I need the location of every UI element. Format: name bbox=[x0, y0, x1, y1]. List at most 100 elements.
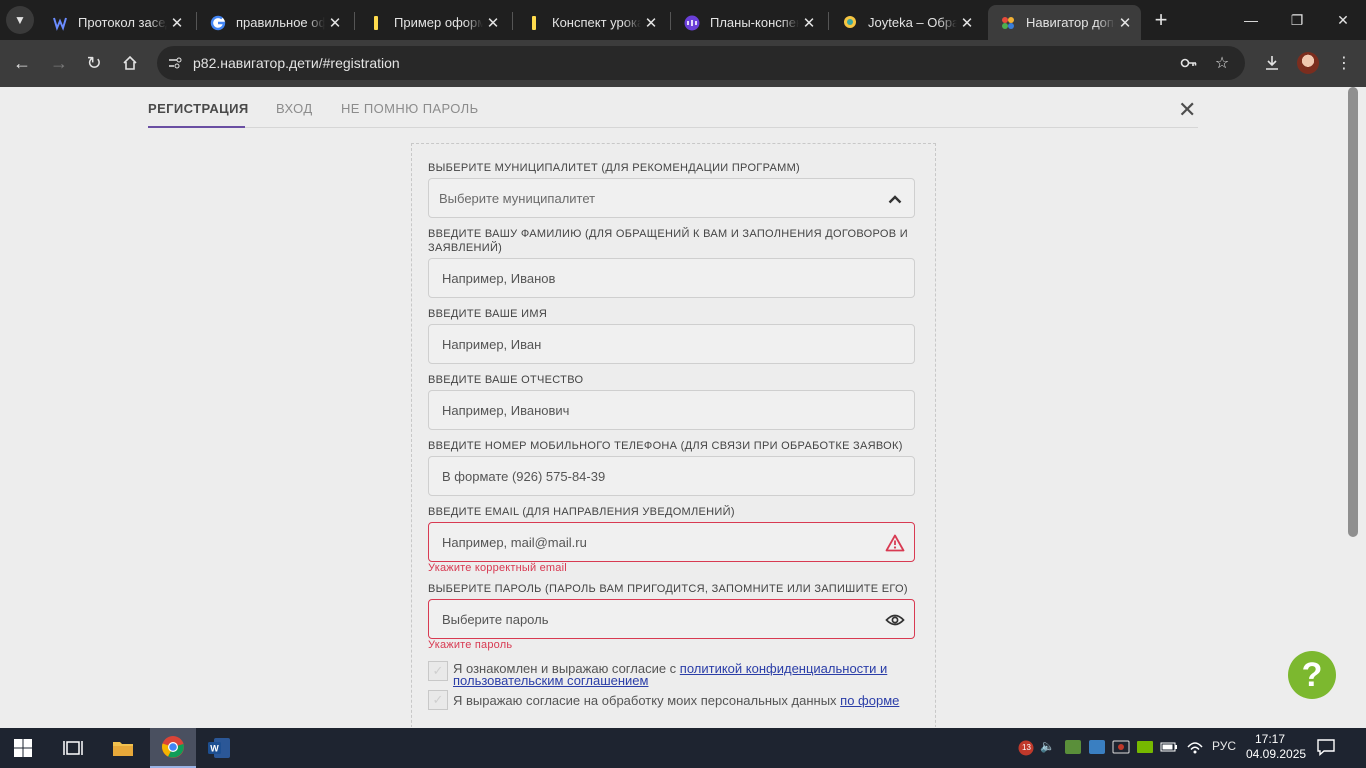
reload-icon[interactable]: ↻ bbox=[80, 49, 108, 77]
chevron-up-icon[interactable] bbox=[884, 188, 906, 210]
bookmark-star-icon[interactable]: ☆ bbox=[1212, 53, 1232, 73]
nvidia-icon[interactable] bbox=[1136, 739, 1154, 758]
surname-label: Введите вашу фамилию (для обращений к ва… bbox=[428, 228, 908, 254]
tab-registration[interactable]: Регистрация bbox=[148, 101, 249, 116]
consent-privacy-text: Я ознакомлен и выражаю согласие с полити… bbox=[453, 662, 923, 687]
chrome-taskbar-icon[interactable] bbox=[150, 728, 196, 768]
language-indicator[interactable]: РУС bbox=[1212, 739, 1236, 753]
tab-separator bbox=[828, 12, 829, 30]
restore-icon[interactable]: ❐ bbox=[1274, 0, 1320, 40]
browser-menu-icon[interactable]: ⋮ bbox=[1332, 51, 1356, 75]
name-input[interactable]: Например, Иван bbox=[428, 324, 915, 364]
profile-avatar[interactable] bbox=[1297, 52, 1319, 74]
consent-personal-data-label: Я выражаю согласие на обработку моих пер… bbox=[453, 693, 841, 708]
consent-privacy: ✓ Я ознакомлен и выражаю согласие с поли… bbox=[428, 661, 918, 687]
help-button[interactable]: ? bbox=[1288, 651, 1336, 699]
svg-text:W: W bbox=[210, 744, 219, 754]
browser-tab-active[interactable]: Навигатор допо ✕ bbox=[988, 5, 1141, 40]
patronymic-placeholder: Например, Иванович bbox=[442, 403, 570, 418]
tray-media-icon[interactable] bbox=[1112, 739, 1130, 758]
address-bar[interactable]: р82.навигатор.дети/#registration ☆ bbox=[157, 46, 1245, 80]
municipality-label: Выберите муниципалитет (для рекомендации… bbox=[428, 162, 800, 174]
window-close-icon[interactable]: ✕ bbox=[1320, 0, 1366, 40]
consent-personal-data-checkbox[interactable]: ✓ bbox=[428, 690, 448, 710]
back-icon[interactable]: ← bbox=[8, 49, 36, 77]
uchi-icon bbox=[684, 15, 700, 31]
clock-date: 04.09.2025 bbox=[1246, 747, 1307, 761]
tray-app-icon[interactable] bbox=[1064, 739, 1082, 758]
minimize-icon[interactable]: — bbox=[1228, 0, 1274, 40]
email-label: Введите email (для направления уведомлен… bbox=[428, 506, 735, 518]
patronymic-input[interactable]: Например, Иванович bbox=[428, 390, 915, 430]
tab-search-button[interactable]: ▼ bbox=[6, 6, 34, 34]
warning-icon bbox=[884, 532, 906, 554]
tab-separator bbox=[512, 12, 513, 30]
windows-start-icon[interactable] bbox=[0, 728, 46, 768]
browser-tab[interactable]: правильное оф ✕ bbox=[198, 5, 351, 40]
url-text: р82.навигатор.дети/#registration bbox=[193, 55, 400, 71]
tab-close-icon[interactable]: ✕ bbox=[1115, 13, 1135, 33]
yandex-icon bbox=[526, 15, 542, 31]
taskbar: W 13 🔈 РУС 17:17 04.09.2025 bbox=[0, 728, 1366, 768]
battery-icon[interactable] bbox=[1160, 739, 1178, 758]
consent-personal-data: ✓ Я выражаю согласие на обработку моих п… bbox=[428, 690, 918, 712]
consent-personal-data-text: Я выражаю согласие на обработку моих пер… bbox=[453, 693, 923, 708]
browser-tab[interactable]: Планы-конспек ✕ bbox=[672, 5, 825, 40]
municipality-placeholder: Выберите муниципалитет bbox=[439, 191, 596, 206]
phone-label: Введите номер мобильного телефона (для с… bbox=[428, 440, 903, 452]
tab-login[interactable]: Вход bbox=[276, 101, 313, 116]
action-center-icon[interactable] bbox=[1316, 738, 1338, 758]
scrollbar[interactable] bbox=[1343, 87, 1366, 727]
password-error: Укажите пароль bbox=[428, 639, 513, 651]
email-placeholder: Например, mail@mail.ru bbox=[442, 535, 587, 550]
tab-close-icon[interactable]: ✕ bbox=[957, 13, 977, 33]
volume-icon[interactable]: 🔈 bbox=[1040, 739, 1055, 753]
tab-close-icon[interactable]: ✕ bbox=[799, 13, 819, 33]
tab-close-icon[interactable]: ✕ bbox=[641, 13, 661, 33]
site-settings-icon[interactable] bbox=[165, 53, 185, 73]
word-taskbar-icon[interactable]: W bbox=[196, 728, 242, 768]
download-icon[interactable] bbox=[1260, 51, 1284, 75]
patronymic-label: Введите ваше отчество bbox=[428, 374, 584, 386]
browser-tab[interactable]: Конспект урока ✕ bbox=[514, 5, 667, 40]
task-view-icon[interactable] bbox=[50, 728, 96, 768]
new-tab-button[interactable]: + bbox=[1149, 7, 1173, 32]
password-key-icon[interactable] bbox=[1179, 53, 1199, 73]
tab-separator bbox=[196, 12, 197, 30]
password-input[interactable]: Выберите пароль bbox=[428, 599, 915, 639]
tab-close-icon[interactable]: ✕ bbox=[325, 13, 345, 33]
close-icon[interactable]: ✕ bbox=[1178, 97, 1196, 123]
municipality-select[interactable]: Выберите муниципалитет bbox=[428, 178, 915, 218]
tab-title: Конспект урока bbox=[552, 15, 641, 30]
scrollbar-thumb[interactable] bbox=[1348, 87, 1358, 537]
tray-badge-count: 13 bbox=[1022, 743, 1031, 752]
active-tab-indicator bbox=[148, 126, 245, 128]
forward-icon[interactable]: → bbox=[45, 49, 73, 77]
tab-title: Протокол засед bbox=[78, 15, 167, 30]
wifi-icon[interactable] bbox=[1186, 739, 1204, 758]
clock[interactable]: 17:17 04.09.2025 bbox=[1246, 732, 1307, 762]
surname-input[interactable]: Например, Иванов bbox=[428, 258, 915, 298]
tab-title: Пример оформ bbox=[394, 15, 483, 30]
phone-placeholder: В формате (926) 575-84-39 bbox=[442, 469, 606, 484]
tab-close-icon[interactable]: ✕ bbox=[483, 13, 503, 33]
consent-privacy-checkbox[interactable]: ✓ bbox=[428, 661, 448, 681]
browser-tab[interactable]: Протокол засед ✕ bbox=[40, 5, 193, 40]
email-input[interactable]: Например, mail@mail.ru bbox=[428, 522, 915, 562]
personal-data-form-link[interactable]: по форме bbox=[840, 693, 899, 708]
tray-network-app-icon[interactable] bbox=[1088, 739, 1106, 758]
file-explorer-icon[interactable] bbox=[100, 728, 146, 768]
navigator-icon bbox=[1000, 15, 1016, 31]
tab-close-icon[interactable]: ✕ bbox=[167, 13, 187, 33]
surname-placeholder: Например, Иванов bbox=[442, 271, 556, 286]
tab-forgot-password[interactable]: Не помню пароль bbox=[341, 101, 479, 116]
home-icon[interactable] bbox=[116, 49, 144, 77]
phone-input[interactable]: В формате (926) 575-84-39 bbox=[428, 456, 915, 496]
browser-toolbar: ← → ↻ р82.навигатор.дети/#registration ☆… bbox=[0, 40, 1366, 87]
tab-separator bbox=[354, 12, 355, 30]
browser-tab[interactable]: Joyteka – Образ ✕ bbox=[830, 5, 983, 40]
registration-form: Выберите муниципалитет (для рекомендации… bbox=[411, 143, 936, 727]
browser-tab[interactable]: Пример оформ ✕ bbox=[356, 5, 509, 40]
eye-icon[interactable] bbox=[884, 609, 906, 631]
auth-tabs: Регистрация Вход Не помню пароль ✕ bbox=[148, 87, 1198, 128]
